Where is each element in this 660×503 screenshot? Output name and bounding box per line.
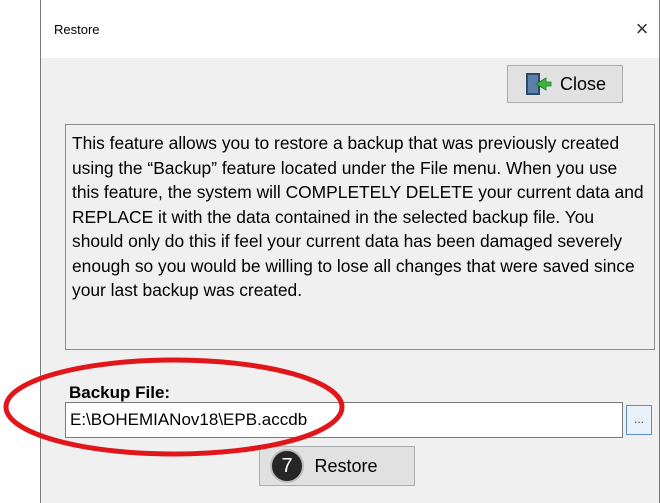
restore-description: This feature allows you to restore a bac…	[65, 124, 655, 350]
backup-file-input[interactable]	[65, 402, 623, 438]
title-bar: Restore ×	[41, 0, 659, 58]
close-button-label: Close	[560, 73, 607, 94]
backup-file-label: Backup File:	[69, 383, 171, 402]
window-title: Restore	[54, 22, 100, 37]
window-close-icon[interactable]: ×	[625, 16, 659, 42]
exit-door-icon	[526, 73, 552, 95]
restore-dialog: Restore × Close This feature allows you …	[40, 0, 660, 503]
browse-button[interactable]: ...	[626, 405, 652, 435]
close-button[interactable]: Close	[507, 65, 623, 103]
step-number-badge: 7	[270, 449, 304, 483]
